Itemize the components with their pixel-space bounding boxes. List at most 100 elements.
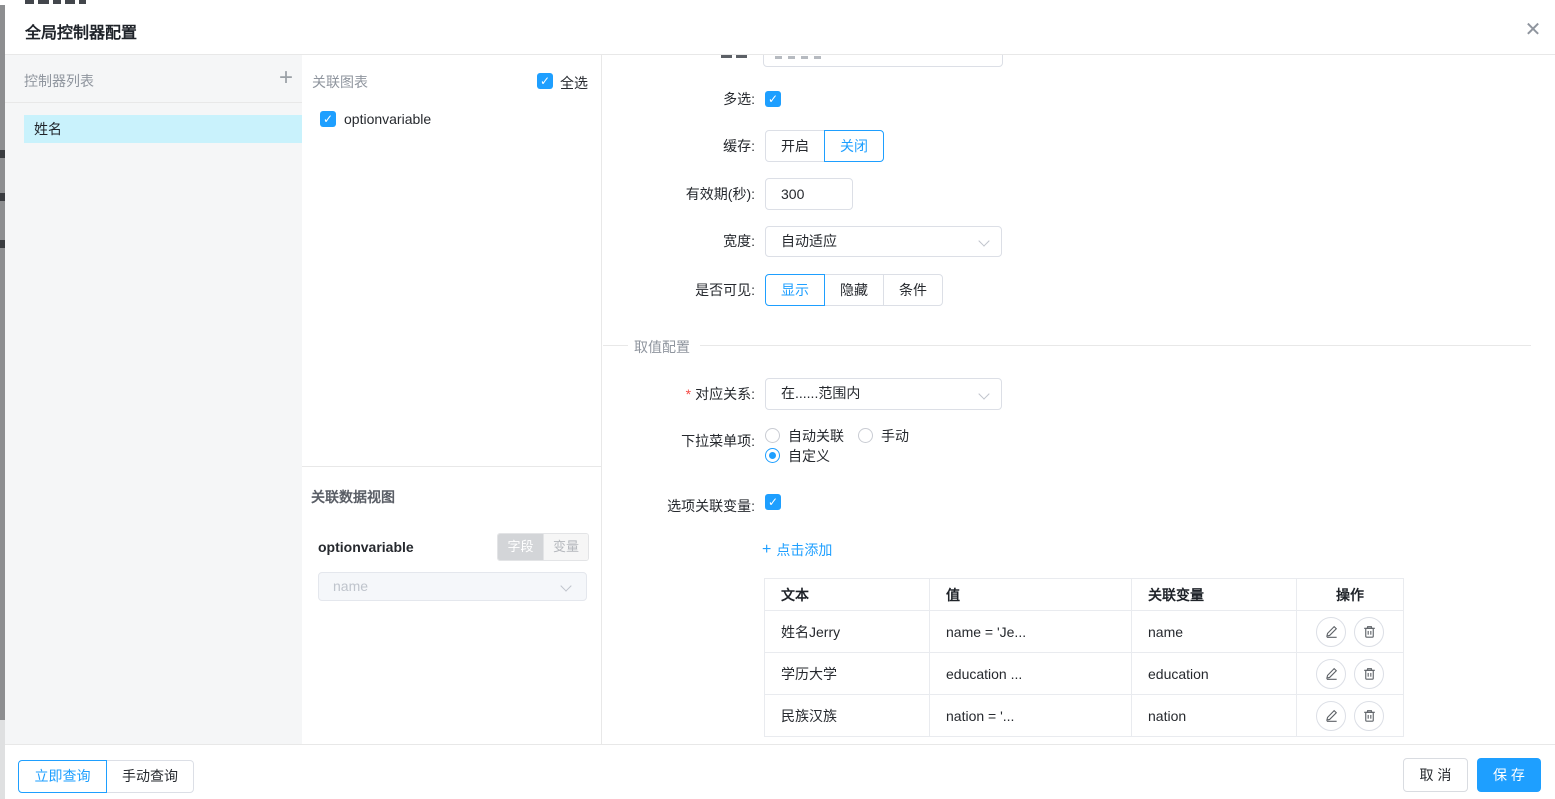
screen: 全局控制器配置 ✕ 控制器列表 + 姓名 关联图表 ✓ 全选 ✓ optionv… [0, 0, 1555, 799]
close-icon[interactable]: ✕ [1518, 15, 1548, 43]
section-divider-right [700, 345, 1531, 346]
radio-manual-label[interactable]: 手动 [881, 426, 909, 446]
clipped-page-text-fragment [65, 0, 75, 4]
edit-icon [1325, 625, 1337, 638]
clipped-input-text-fragment [814, 56, 821, 59]
radio-auto-link[interactable] [765, 428, 780, 443]
field-toggle[interactable]: 字段 [498, 534, 543, 560]
edit-button[interactable] [1316, 700, 1346, 731]
cache-label: 缓存: [723, 138, 755, 154]
clipped-input-text-fragment [775, 56, 782, 59]
field-variable-toggle: 字段 变量 [497, 533, 589, 561]
value-table: 文本 值 关联变量 操作 姓名Jerry name = 'Je... name … [764, 578, 1404, 737]
trash-icon [1363, 626, 1375, 638]
variable-toggle[interactable]: 变量 [543, 534, 588, 560]
cell-text: 民族汉族 [764, 694, 930, 737]
value-config-section-title: 取值配置 [634, 339, 690, 355]
delete-button[interactable] [1354, 700, 1384, 731]
clipped-page-text-fragment [38, 0, 49, 4]
radio-manual[interactable] [858, 428, 873, 443]
width-select[interactable]: 自动适应 [765, 226, 1002, 257]
cancel-button[interactable]: 取 消 [1403, 758, 1468, 792]
add-row-link-label: 点击添加 [776, 542, 833, 558]
controller-settings-panel: 多选: ✓ 缓存: 开启 关闭 有效期(秒): 300 宽度: 自动适应 是否可… [602, 55, 1555, 745]
delete-button[interactable] [1354, 658, 1384, 689]
trash-icon [1363, 710, 1375, 722]
table-header-row: 文本 值 关联变量 操作 [764, 578, 1404, 611]
cell-value: education ... [929, 652, 1132, 695]
save-button[interactable]: 保 存 [1477, 758, 1541, 792]
plus-icon: + [762, 541, 772, 558]
col-text: 文本 [764, 578, 930, 611]
col-value: 值 [929, 578, 1132, 611]
middle-panel-divider [302, 466, 601, 467]
query-immediate-button[interactable]: 立即查询 [18, 760, 107, 793]
visibility-condition-button[interactable]: 条件 [883, 274, 943, 306]
visibility-show-button[interactable]: 显示 [765, 274, 825, 306]
chart-item-label: optionvariable [344, 111, 432, 127]
edit-button[interactable] [1316, 658, 1346, 689]
controller-list-heading: 控制器列表 [24, 73, 94, 89]
dialog-title: 全局控制器配置 [25, 25, 138, 42]
required-asterisk: * [685, 386, 692, 402]
radio-auto-link-label[interactable]: 自动关联 [788, 426, 844, 446]
clipped-label-fragment [736, 55, 747, 58]
clipped-page-text-fragment [25, 0, 34, 4]
validity-label: 有效期(秒): [685, 186, 755, 202]
relation-select[interactable]: 在......范围内 [765, 378, 1002, 410]
section-divider-left [603, 345, 628, 346]
field-select-value: name [333, 578, 369, 594]
option-variable-checkbox[interactable]: ✓ [765, 494, 781, 510]
multi-select-checkbox[interactable]: ✓ [765, 91, 781, 107]
col-actions: 操作 [1296, 578, 1404, 611]
select-all-checkbox[interactable]: ✓ [537, 73, 553, 89]
cell-value: name = 'Je... [929, 610, 1132, 653]
clipped-input-text-fragment [801, 56, 808, 59]
clipped-label-fragment [721, 55, 732, 58]
relation-select-value: 在......范围内 [781, 385, 861, 401]
validity-input[interactable]: 300 [765, 178, 853, 210]
chart-item-checkbox[interactable]: ✓ [320, 111, 336, 127]
edit-button[interactable] [1316, 616, 1346, 647]
radio-dot [769, 452, 776, 459]
field-select[interactable]: name [318, 572, 587, 601]
relation-label: 对应关系: [695, 386, 755, 402]
cache-on-button[interactable]: 开启 [765, 130, 825, 162]
width-select-value: 自动适应 [781, 233, 837, 249]
clipped-page-text-fragment [79, 0, 86, 4]
query-manual-button[interactable]: 手动查询 [106, 760, 194, 793]
edit-icon [1325, 709, 1337, 722]
visibility-hide-button[interactable]: 隐藏 [824, 274, 884, 306]
col-variable: 关联变量 [1131, 578, 1297, 611]
width-label: 宽度: [723, 233, 755, 249]
table-row: 民族汉族 nation = '... nation [764, 694, 1404, 737]
relation-label-row: * 对应关系: [602, 384, 755, 404]
cache-off-button[interactable]: 关闭 [824, 130, 884, 162]
dropdown-items-label: 下拉菜单项: [681, 433, 755, 449]
trash-icon [1363, 668, 1375, 680]
table-row: 学历大学 education ... education [764, 652, 1404, 695]
table-row: 姓名Jerry name = 'Je... name [764, 610, 1404, 653]
select-all-label: 全选 [560, 75, 588, 91]
delete-button[interactable] [1354, 616, 1384, 647]
option-variable-label: 选项关联变量: [667, 498, 755, 514]
cell-value: nation = '... [929, 694, 1132, 737]
clipped-input[interactable] [763, 55, 1003, 67]
multi-select-label: 多选: [723, 91, 755, 107]
controller-list-divider [5, 102, 302, 103]
radio-custom-label[interactable]: 自定义 [788, 446, 830, 466]
cell-text: 学历大学 [764, 652, 930, 695]
cell-variable: name [1131, 610, 1297, 653]
cell-variable: nation [1131, 694, 1297, 737]
add-row-link[interactable]: + 点击添加 [762, 540, 832, 560]
data-view-item-label: optionvariable [318, 539, 414, 555]
visibility-label: 是否可见: [695, 282, 755, 298]
data-view-heading: 关联数据视图 [311, 489, 395, 505]
cell-text: 姓名Jerry [764, 610, 930, 653]
controller-list-item[interactable]: 姓名 [24, 115, 302, 143]
radio-custom[interactable] [765, 448, 780, 463]
add-controller-button[interactable]: + [272, 64, 300, 92]
cell-variable: education [1131, 652, 1297, 695]
clipped-input-text-fragment [788, 56, 795, 59]
controller-list-panel [5, 55, 302, 745]
